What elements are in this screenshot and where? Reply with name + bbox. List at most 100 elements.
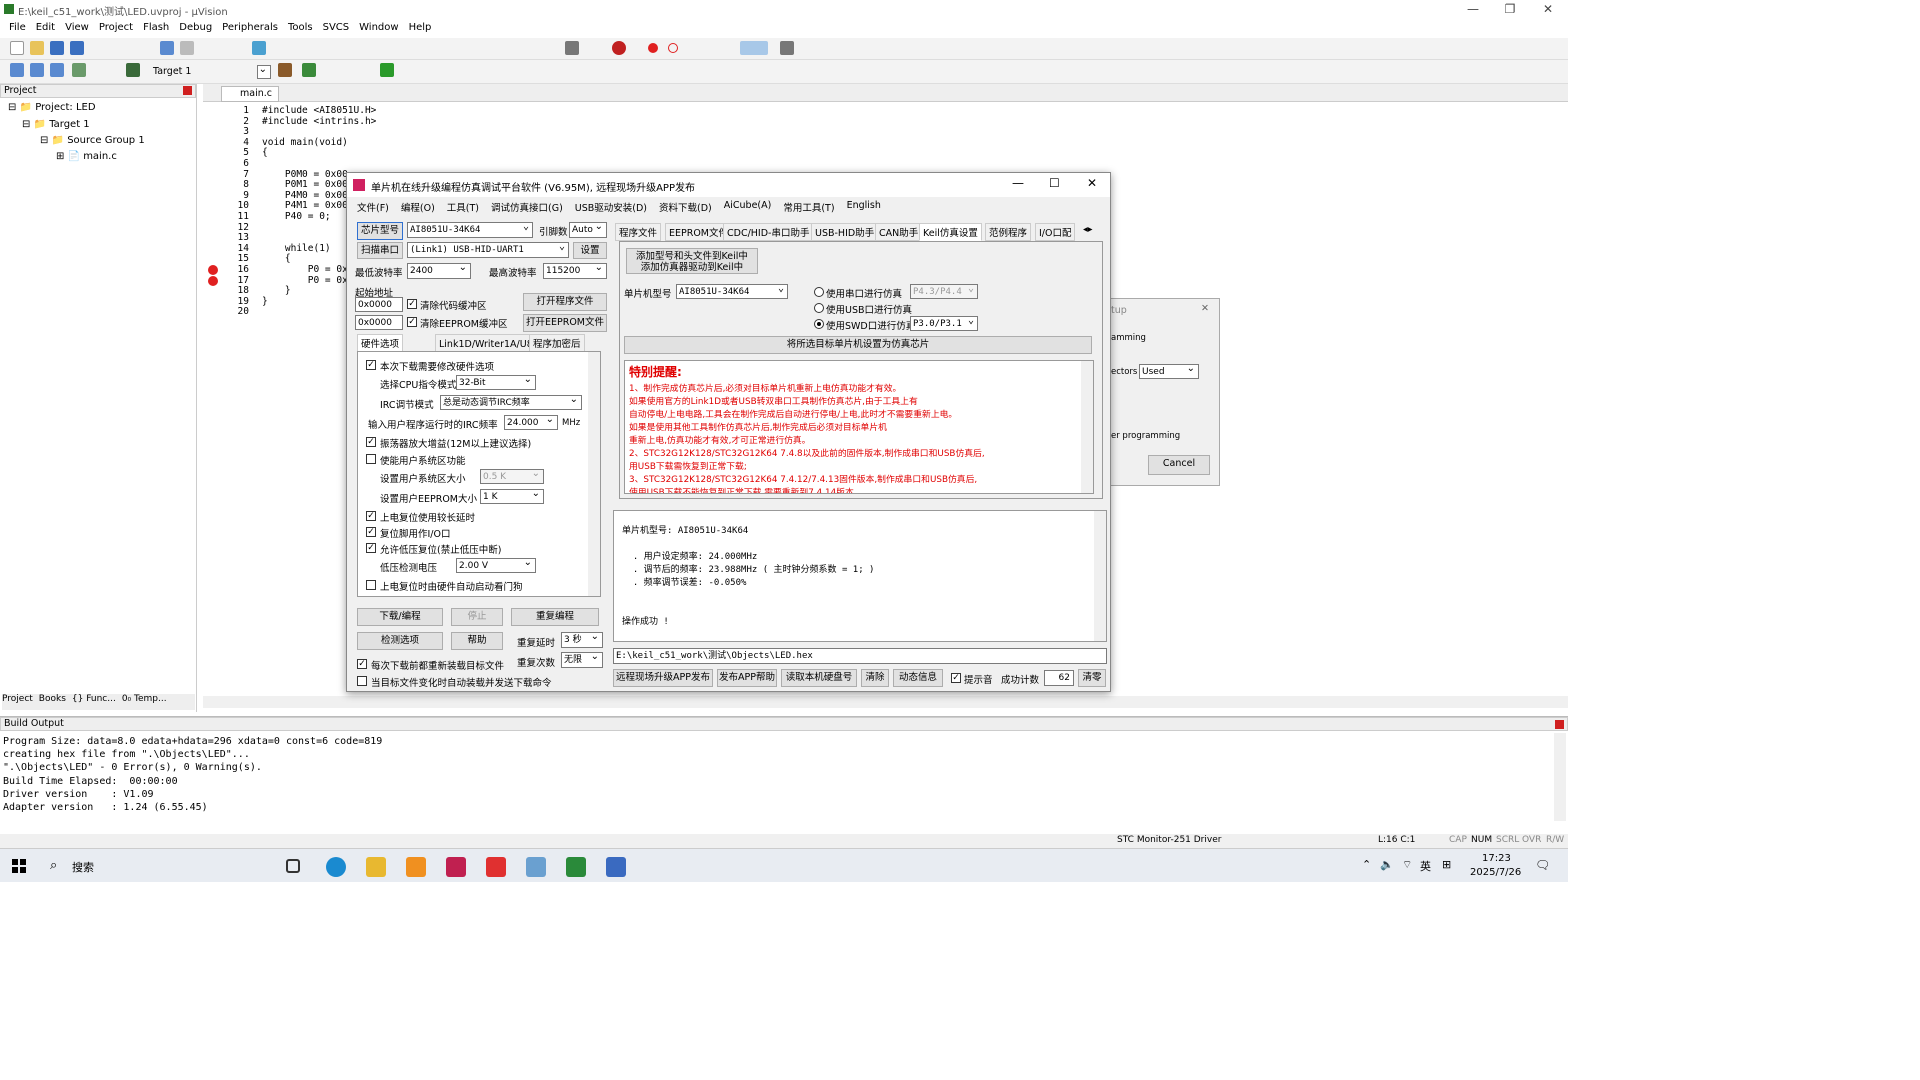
settings-wrench-icon[interactable] xyxy=(780,41,794,55)
help-button[interactable]: 帮助 xyxy=(451,632,503,650)
taskbar-search[interactable]: 搜索 xyxy=(72,859,94,875)
breakpoint-marker[interactable] xyxy=(208,265,218,275)
add-to-keil-button[interactable]: 添加型号和头文件到Keil中 添加仿真器驱动到Keil中 xyxy=(626,248,758,274)
find-icon[interactable] xyxy=(565,41,579,55)
app-help-button[interactable]: 发布APP帮助 xyxy=(717,669,777,687)
port-select[interactable]: (Link1) USB-HID-UART1 xyxy=(407,242,569,258)
addr1-input[interactable]: 0x0000 xyxy=(355,297,403,312)
isp-minimize[interactable]: — xyxy=(1012,176,1024,190)
sim-serial-port[interactable]: P4.3/P4.4 xyxy=(910,284,978,299)
max-baud-select[interactable]: 115200 xyxy=(543,263,607,279)
chip-type-button[interactable]: 芯片型号 xyxy=(357,222,403,240)
breakpoint-marker[interactable] xyxy=(208,276,218,286)
tab-usb-hid[interactable]: USB-HID助手 xyxy=(811,223,879,241)
new-file-icon[interactable] xyxy=(10,41,24,55)
wdt-checkbox[interactable] xyxy=(366,580,376,590)
menu-peripherals[interactable]: Peripherals xyxy=(217,20,283,38)
menu-file[interactable]: File xyxy=(4,20,31,38)
tab-cdc-hid[interactable]: CDC/HID-串口助手 xyxy=(723,223,814,241)
lvd-select[interactable]: 2.00 V xyxy=(456,558,536,573)
repeat-program-button[interactable]: 重复编程 xyxy=(511,608,599,626)
close-button[interactable]: ✕ xyxy=(1530,0,1566,20)
volume-icon[interactable]: 🔈 xyxy=(1380,858,1394,871)
menu-debug[interactable]: Debug xyxy=(174,20,217,38)
start-windows-icon[interactable] xyxy=(12,859,26,873)
tree-target[interactable]: ⊟ 📁 Target 1 xyxy=(22,119,90,130)
tree-file[interactable]: ⊞ 📄 main.c xyxy=(56,151,117,162)
notice-scrollbar[interactable] xyxy=(1081,361,1093,493)
reload-checkbox[interactable]: ✓ xyxy=(357,659,367,669)
isp-menu-usb[interactable]: USB驱动安装(D) xyxy=(569,197,653,215)
manage-project-icon[interactable] xyxy=(302,63,316,77)
file-explorer-icon[interactable] xyxy=(366,857,386,877)
isp-menu-program[interactable]: 编程(O) xyxy=(395,197,441,215)
stop-button[interactable]: 停止 xyxy=(451,608,503,626)
dynamic-info-button[interactable]: 动态信息 xyxy=(893,669,943,687)
tab-templates[interactable]: 0₀ Temp... xyxy=(122,694,167,710)
hw-modify-checkbox[interactable]: ✓ xyxy=(366,360,376,370)
por-checkbox[interactable]: ✓ xyxy=(366,511,376,521)
clock-date[interactable]: 2025/7/26 xyxy=(1470,867,1521,878)
menu-project[interactable]: Project xyxy=(94,20,138,38)
isp-menu-aicube[interactable]: AiCube(A) xyxy=(718,197,778,215)
options-wand-icon[interactable] xyxy=(278,63,292,77)
tab-hw-options[interactable]: 硬件选项 xyxy=(357,334,404,352)
pack-installer-icon[interactable] xyxy=(380,63,394,77)
tab-can[interactable]: CAN助手 xyxy=(875,223,923,241)
tab-eeprom-file[interactable]: EEPROM文件 xyxy=(665,223,733,241)
isp-maximize[interactable]: ☐ xyxy=(1049,176,1060,190)
pin-select[interactable]: Auto xyxy=(569,222,607,238)
tab-project[interactable]: Project xyxy=(2,694,33,710)
debug-icon[interactable] xyxy=(612,41,626,55)
port-settings-button[interactable]: 设置 xyxy=(573,242,607,259)
isp-menu-file[interactable]: 文件(F) xyxy=(351,197,395,215)
read-disk-button[interactable]: 读取本机硬盘号 xyxy=(781,669,857,687)
app-orange-icon[interactable] xyxy=(406,857,426,877)
redo-icon[interactable] xyxy=(180,41,194,55)
bg-close-icon[interactable]: ✕ xyxy=(1201,303,1209,314)
network-icon[interactable]: ⌔ xyxy=(1402,858,1412,872)
success-count-input[interactable]: 62 xyxy=(1044,670,1074,686)
tab-encrypt[interactable]: 程序加密后 xyxy=(529,334,585,352)
menu-tools[interactable]: Tools xyxy=(283,20,318,38)
search-icon[interactable]: ⌕ xyxy=(50,858,57,873)
tab-scroll-arrows[interactable]: ◂▸ xyxy=(1083,224,1093,235)
build-close-icon[interactable] xyxy=(1555,720,1564,729)
download-program-button[interactable]: 下载/编程 xyxy=(357,608,443,626)
build-vscrollbar[interactable] xyxy=(1554,733,1566,821)
tab-program-file[interactable]: 程序文件 xyxy=(615,223,662,241)
log-scrollbar[interactable] xyxy=(1094,511,1106,641)
chip-select[interactable]: AI8051U-34K64 xyxy=(407,222,533,238)
delay-select[interactable]: 3 秒 xyxy=(561,632,603,648)
hw-scrollbar[interactable] xyxy=(588,352,600,596)
mcu-select[interactable]: AI8051U-34K64 xyxy=(676,284,788,299)
tab-io-config[interactable]: I/O口配 xyxy=(1035,223,1076,241)
undo-icon[interactable] xyxy=(160,41,174,55)
task-view-icon[interactable] xyxy=(286,859,300,873)
rebuild-icon[interactable] xyxy=(50,63,64,77)
isp-menu-debug[interactable]: 调试仿真接口(G) xyxy=(485,197,569,215)
set-sim-chip-button[interactable]: 将所选目标单片机设置为仿真芯片 xyxy=(624,336,1092,354)
isp-menu-download[interactable]: 资料下载(D) xyxy=(653,197,718,215)
compile-icon[interactable] xyxy=(10,63,24,77)
sys-size-select[interactable]: 0.5 K xyxy=(480,469,544,484)
ime-indicator[interactable]: 英 xyxy=(1420,858,1431,874)
isp-menu-common[interactable]: 常用工具(T) xyxy=(777,197,840,215)
bg-used-select[interactable]: Used xyxy=(1139,364,1199,379)
download-icon[interactable] xyxy=(72,63,86,77)
sim-swd-port[interactable]: P3.0/P3.1 xyxy=(910,316,978,331)
remote-upgrade-button[interactable]: 远程现场升级APP发布 xyxy=(613,669,713,687)
min-baud-select[interactable]: 2400 xyxy=(407,263,471,279)
editor-tab-main[interactable]: main.c xyxy=(221,86,279,102)
clear-eeprom-checkbox[interactable]: ✓ xyxy=(407,317,417,327)
clear-log-button[interactable]: 清除 xyxy=(861,669,889,687)
lvr-checkbox[interactable]: ✓ xyxy=(366,543,376,553)
save-icon[interactable] xyxy=(50,41,64,55)
hex-path-input[interactable]: E:\keil_c51_work\测试\Objects\LED.hex xyxy=(613,648,1107,664)
notification-icon[interactable]: 🗨 xyxy=(1535,858,1550,872)
isp-app-task-icon[interactable] xyxy=(446,857,466,877)
tab-examples[interactable]: 范例程序 xyxy=(985,223,1032,241)
window-layout-icon[interactable] xyxy=(740,41,768,55)
scan-port-button[interactable]: 扫描串口 xyxy=(357,242,403,259)
ime-mode-icon[interactable]: ⊞ xyxy=(1442,858,1451,871)
